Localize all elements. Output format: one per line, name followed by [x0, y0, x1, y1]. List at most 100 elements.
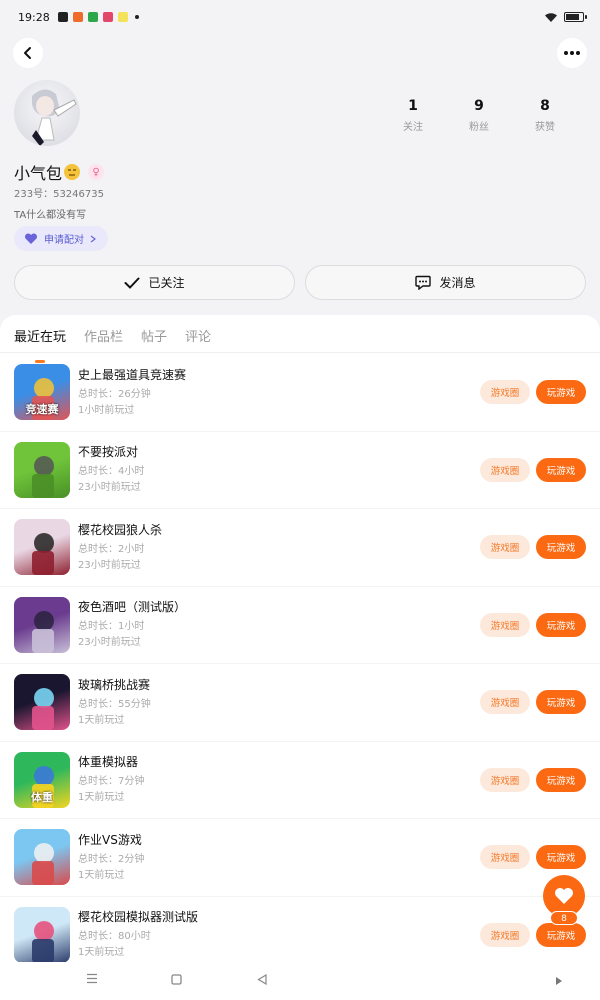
game-thumbnail[interactable]: [14, 441, 70, 498]
game-circle-button[interactable]: 游戏圈: [480, 380, 530, 405]
heart-icon: [24, 232, 38, 244]
send-message-button[interactable]: 发消息: [305, 265, 586, 300]
emoji-icon: [64, 164, 81, 180]
recent-games-list: 竞速赛 史上最强道具竞速赛 总时长：26分钟 1小时前玩过 游戏圈 玩游戏 不要…: [0, 354, 600, 974]
game-circle-button[interactable]: 游戏圈: [480, 922, 530, 947]
apply-pair-label: 申请配对: [44, 235, 84, 246]
chevron-right-icon: [90, 235, 96, 242]
heart-icon: [555, 888, 573, 904]
status-bar: 19:28: [0, 0, 600, 34]
play-game-button[interactable]: 玩游戏: [536, 612, 586, 637]
stat-number: 9: [474, 98, 484, 114]
game-row[interactable]: 不要按派对 总时长：4小时 23小时前玩过 游戏圈 玩游戏: [0, 432, 600, 509]
more-button[interactable]: [557, 38, 587, 68]
game-row[interactable]: 夜色酒吧（测试版） 总时长：1小时 23小时前玩过 游戏圈 玩游戏: [0, 587, 600, 664]
play-nav-icon[interactable]: [555, 974, 563, 990]
play-game-button[interactable]: 玩游戏: [536, 380, 586, 405]
game-circle-button[interactable]: 游戏圈: [480, 845, 530, 870]
stat-label: 获赞: [535, 122, 555, 133]
game-thumbnail-text: 体重: [31, 790, 53, 804]
game-thumbnail[interactable]: 体重: [14, 751, 70, 808]
game-last-played: 23小时前玩过: [78, 482, 141, 494]
game-row[interactable]: 作业VS游戏 总时长：2分钟 1天前玩过 游戏圈 玩游戏: [0, 819, 600, 897]
play-game-button[interactable]: 玩游戏: [536, 690, 586, 715]
game-last-played: 23小时前玩过: [78, 559, 141, 571]
notification-icon: [117, 12, 128, 22]
game-thumbnail-art: [32, 610, 54, 653]
followed-label: 已关注: [148, 276, 185, 290]
profile-stats: 1 关注 9 粉丝 8 获赞: [380, 98, 578, 133]
game-circle-button[interactable]: 游戏圈: [480, 535, 530, 560]
notification-icon: [57, 12, 68, 22]
game-thumbnail[interactable]: [14, 906, 70, 963]
game-last-played: 1天前玩过: [78, 792, 125, 804]
favorite-count: 8: [550, 911, 578, 925]
status-time: 19:28: [18, 10, 50, 24]
stat-label: 粉丝: [469, 122, 489, 133]
tab-posts[interactable]: 帖子: [141, 326, 167, 352]
game-thumbnail-text: 竞速赛: [25, 403, 59, 417]
tab-recently-played[interactable]: 最近在玩: [14, 326, 66, 352]
play-game-button[interactable]: 玩游戏: [536, 535, 586, 560]
back-button[interactable]: [13, 38, 43, 68]
system-nav-bar: [0, 962, 600, 1000]
game-thumbnail-art: [32, 533, 54, 576]
user-bio: TA什么都没有写: [14, 210, 87, 221]
game-last-played: 23小时前玩过: [78, 637, 141, 649]
stat-number: 8: [540, 98, 550, 114]
stat-following[interactable]: 1 关注: [380, 98, 446, 133]
home-nav-icon[interactable]: [171, 973, 182, 989]
avatar-image: [32, 89, 77, 146]
female-gender-icon: ♀: [88, 164, 105, 180]
followed-button[interactable]: 已关注: [14, 265, 295, 300]
more-notifications-dot: [134, 15, 139, 19]
play-game-button[interactable]: 玩游戏: [536, 922, 586, 947]
game-thumbnail-art: [32, 843, 54, 886]
game-thumbnail[interactable]: [14, 596, 70, 653]
game-thumbnail-art: [32, 455, 54, 498]
game-circle-button[interactable]: 游戏圈: [480, 690, 530, 715]
play-game-button[interactable]: 玩游戏: [536, 767, 586, 792]
game-last-played: 1天前玩过: [78, 869, 125, 881]
back-arrow-icon: [24, 47, 31, 59]
wifi-icon: [545, 12, 557, 22]
profile-tabs: 最近在玩 作品栏 帖子 评论: [0, 315, 600, 353]
nickname: 小气包: [14, 164, 63, 183]
tab-works[interactable]: 作品栏: [84, 326, 123, 352]
apply-pair-button[interactable]: 申请配对: [14, 226, 108, 251]
game-row[interactable]: 玻璃桥挑战赛 总时长：55分钟 1天前玩过 游戏圈 玩游戏: [0, 664, 600, 742]
game-row[interactable]: 樱花校园狼人杀 总时长：2小时 23小时前玩过 游戏圈 玩游戏: [0, 509, 600, 587]
play-game-button[interactable]: 玩游戏: [536, 457, 586, 482]
back-nav-icon[interactable]: [257, 973, 267, 989]
game-circle-button[interactable]: 游戏圈: [480, 612, 530, 637]
check-icon: [124, 277, 140, 289]
content-panel: 最近在玩 作品栏 帖子 评论 竞速赛 史上最强道具竞速赛 总时长：26分钟 1小…: [0, 315, 600, 1000]
stat-fans[interactable]: 9 粉丝: [446, 98, 512, 133]
game-circle-button[interactable]: 游戏圈: [480, 767, 530, 792]
game-last-played: 1天前玩过: [78, 947, 125, 959]
game-circle-button[interactable]: 游戏圈: [480, 457, 530, 482]
play-game-button[interactable]: 玩游戏: [536, 845, 586, 870]
wechat-icon: [87, 12, 98, 22]
menu-nav-icon[interactable]: [86, 972, 98, 988]
tab-comments[interactable]: 评论: [185, 326, 211, 352]
notification-icon: [72, 12, 83, 22]
avatar[interactable]: [14, 80, 80, 146]
game-thumbnail[interactable]: [14, 829, 70, 886]
send-message-label: 发消息: [439, 276, 476, 290]
stat-likes[interactable]: 8 获赞: [512, 98, 578, 133]
game-thumbnail[interactable]: 竞速赛: [14, 364, 70, 421]
nickname-row: 小气包 ♀: [14, 160, 105, 184]
game-last-played: 1小时前玩过: [78, 404, 135, 416]
game-thumbnail-art: [32, 920, 54, 963]
game-thumbnail-art: [32, 688, 54, 731]
game-thumbnail[interactable]: [14, 674, 70, 731]
more-dots-icon: [564, 51, 580, 55]
stat-number: 1: [408, 98, 418, 114]
notification-icon: [102, 12, 113, 22]
game-last-played: 1天前玩过: [78, 714, 125, 726]
game-row[interactable]: 体重 体重模拟器 总时长：7分钟 1天前玩过 游戏圈 玩游戏: [0, 742, 600, 819]
game-row[interactable]: 竞速赛 史上最强道具竞速赛 总时长：26分钟 1小时前玩过 游戏圈 玩游戏: [0, 354, 600, 432]
message-icon: [415, 275, 432, 290]
game-thumbnail[interactable]: [14, 519, 70, 576]
